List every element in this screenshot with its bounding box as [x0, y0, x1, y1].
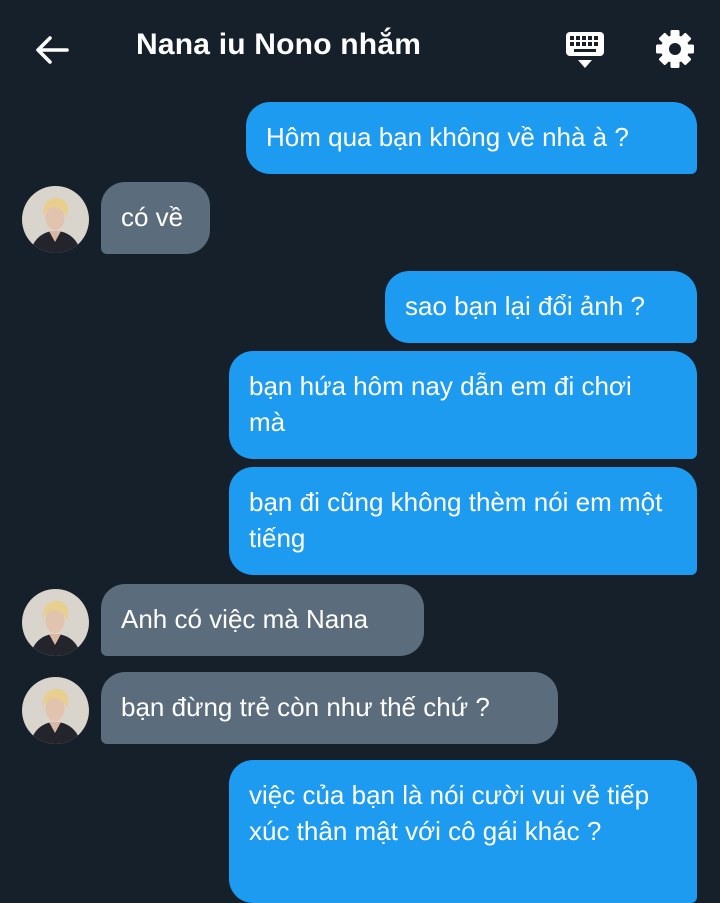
keyboard-button[interactable]: [562, 30, 608, 72]
message-incoming[interactable]: bạn đừng trẻ còn như thế chứ ?: [101, 672, 558, 744]
avatar[interactable]: [22, 677, 89, 744]
message-text: bạn đi cũng không thèm nói em một tiếng: [249, 487, 663, 553]
message-text: sao bạn lại đổi ảnh ?: [405, 291, 645, 321]
message-incoming[interactable]: Anh có việc mà Nana: [101, 584, 424, 656]
arrow-left-icon: [36, 36, 69, 64]
top-bar: Nana iu Nono nhắm: [0, 0, 720, 98]
message-text: việc của bạn là nói cười vui vẻ tiếp xúc…: [249, 780, 650, 846]
avatar[interactable]: [22, 186, 89, 253]
back-button[interactable]: [30, 30, 74, 70]
message-outgoing[interactable]: việc của bạn là nói cười vui vẻ tiếp xúc…: [229, 760, 697, 903]
avatar[interactable]: [22, 589, 89, 656]
message-text: bạn đừng trẻ còn như thế chứ ?: [121, 692, 490, 722]
message-text: Hôm qua bạn không về nhà à ?: [266, 122, 629, 152]
message-outgoing[interactable]: bạn đi cũng không thèm nói em một tiếng: [229, 467, 697, 575]
settings-button[interactable]: [652, 26, 698, 72]
message-outgoing[interactable]: bạn hứa hôm nay dẫn em đi chơi mà: [229, 351, 697, 459]
conversation-title: Nana iu Nono nhắm: [136, 28, 422, 61]
message-outgoing[interactable]: sao bạn lại đổi ảnh ?: [385, 271, 697, 343]
message-text: Anh có việc mà Nana: [121, 604, 369, 634]
message-outgoing[interactable]: Hôm qua bạn không về nhà à ?: [246, 102, 697, 174]
gear-icon: [656, 30, 694, 68]
message-incoming[interactable]: có về: [101, 182, 210, 254]
keyboard-icon: [566, 32, 604, 68]
message-text: bạn hứa hôm nay dẫn em đi chơi mà: [249, 371, 632, 437]
message-text: có về: [121, 202, 184, 232]
